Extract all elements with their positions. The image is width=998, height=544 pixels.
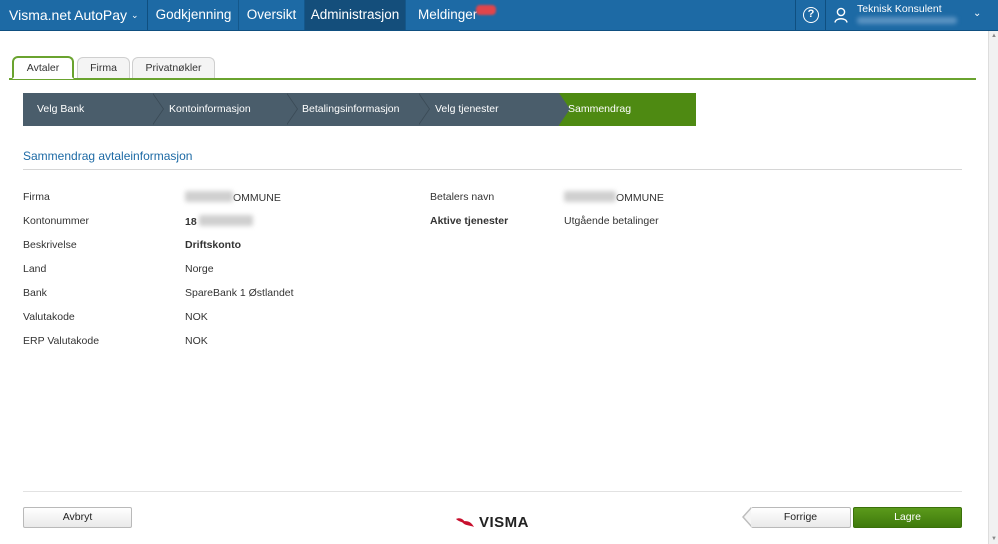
main-content: Avtaler Firma Privatnøkler Velg Bank Kon… [9,31,988,544]
value-bank: SpareBank 1 Østlandet [185,287,294,299]
visma-logo-text: VISMA [479,514,530,531]
user-organization-redacted [857,17,957,24]
label-betalers-navn: Betalers navn [430,191,495,203]
value-betalers-navn: OMMUNE [564,191,664,204]
tab-underline [9,78,976,80]
section-title: Sammendrag avtaleinformasjon [23,149,193,163]
wizard-steps: Velg Bank Kontoinformasjon Betalingsinfo… [23,93,696,126]
vertical-scrollbar[interactable]: ▲ ▼ [988,31,998,544]
value-firma: OMMUNE [185,191,281,204]
user-icon [834,7,848,23]
step-velg-tjenester: Velg tjenester [435,103,499,115]
label-land: Land [23,263,47,275]
nav-godkjenning[interactable]: Godkjenning [149,0,239,30]
value-land: Norge [185,263,214,275]
user-menu[interactable]: Teknisk Konsulent ⌄ [825,0,998,30]
nav-oversikt[interactable]: Oversikt [239,0,305,30]
app-switcher[interactable]: Visma.net AutoPay ⌄ [0,0,148,30]
footer-divider [23,491,962,492]
label-kontonummer: Kontonummer [23,215,89,227]
step-velg-bank: Velg Bank [37,103,85,115]
value-valutakode: NOK [185,311,208,323]
value-firma-text: OMMUNE [233,192,281,204]
label-bank: Bank [23,287,47,299]
value-aktive-tjenester: Utgående betalinger [564,215,659,227]
visma-logo: VISMA [455,514,535,532]
redacted-mask [564,191,616,202]
visma-logo-mark [456,518,474,527]
label-valutakode: Valutakode [23,311,75,323]
chevron-down-icon: ⌄ [973,8,982,19]
redacted-mask [185,191,233,202]
nav-meldinger-label: Meldinger [418,7,478,22]
cancel-button[interactable]: Avbryt [23,507,132,528]
value-kontonummer-text: 18 [185,216,197,228]
help-icon: ? [803,7,819,23]
step-separator-inner [286,93,297,125]
save-button[interactable]: Lagre [853,507,962,528]
top-navigation-bar: Visma.net AutoPay ⌄ Godkjenning Oversikt … [0,0,998,31]
chevron-down-icon: ⌄ [131,10,139,20]
tab-firma[interactable]: Firma [77,57,130,78]
value-betalers-navn-text: OMMUNE [616,192,664,204]
nav-meldinger[interactable]: Meldinger [406,0,506,30]
redacted-mask [198,215,253,226]
label-aktive-tjenester: Aktive tjenester [430,215,509,227]
value-beskrivelse: Driftskonto [185,239,241,251]
divider [23,169,962,170]
scroll-up-icon[interactable]: ▲ [991,33,997,39]
label-erp-valutakode: ERP Valutakode [23,335,100,347]
step-sammendrag: Sammendrag [568,103,632,115]
step-separator-inner [418,93,429,125]
value-erp-valutakode: NOK [185,335,208,347]
step-kontoinformasjon: Kontoinformasjon [169,103,251,115]
help-button[interactable]: ? [795,0,825,30]
step-betalingsinformasjon: Betalingsinformasjon [302,103,400,115]
tab-privatnokler[interactable]: Privatnøkler [132,57,215,78]
previous-button[interactable]: Forrige [751,507,851,528]
nav-administrasjon[interactable]: Administrasjon [305,0,406,30]
app-title: Visma.net AutoPay [9,7,128,23]
label-firma: Firma [23,191,50,203]
scroll-down-icon[interactable]: ▼ [991,536,997,542]
label-beskrivelse: Beskrivelse [23,239,77,251]
user-name: Teknisk Konsulent [857,3,942,15]
tab-bar: Avtaler Firma Privatnøkler [9,56,976,79]
step-separator-inner [152,93,163,125]
notification-badge [476,5,496,15]
tab-avtaler[interactable]: Avtaler [12,56,74,79]
value-kontonummer: 18 [185,215,253,228]
